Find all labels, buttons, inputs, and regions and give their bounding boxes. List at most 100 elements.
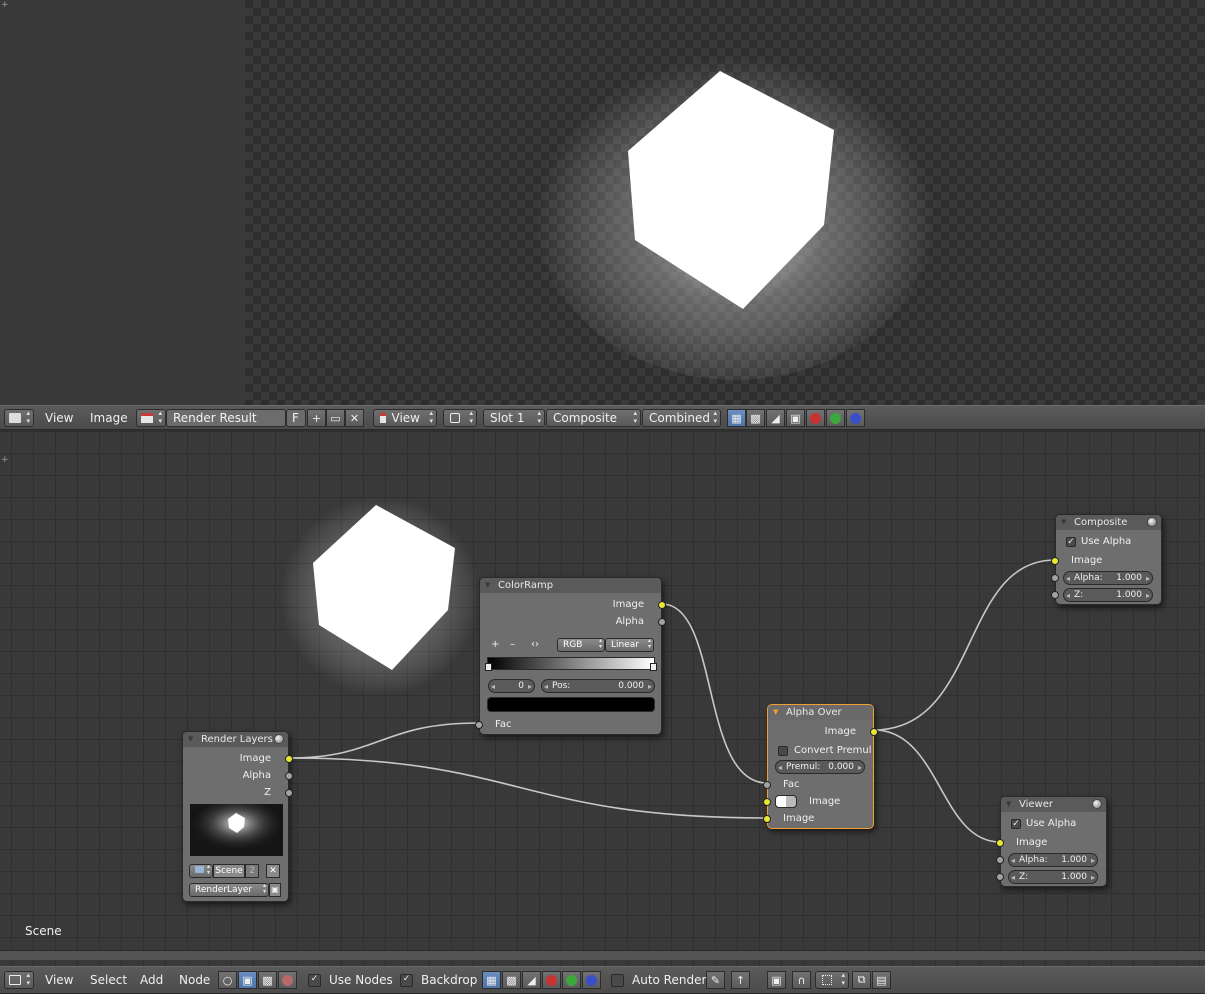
menu-node[interactable]: Node (179, 973, 210, 987)
input-socket-image-1[interactable] (763, 798, 771, 806)
output-socket-image[interactable] (285, 755, 293, 763)
scene-users-count[interactable]: 2 (245, 864, 259, 878)
output-socket-alpha[interactable] (658, 618, 666, 626)
editor-type-selector[interactable] (4, 409, 34, 427)
node-editor[interactable]: + Render Layers Image Alpha Z (0, 431, 1205, 966)
ramp-stop-right-handle[interactable] (650, 663, 657, 671)
alpha-over-node[interactable]: Alpha Over Image Convert Premul Premul: … (763, 704, 878, 829)
render-icon[interactable]: ▣ (269, 883, 281, 897)
add-stop-button[interactable]: + (491, 639, 499, 650)
z-field[interactable]: Z: 1.000 (1008, 870, 1098, 884)
image-browse-button[interactable] (136, 409, 166, 427)
scene-name-field[interactable]: Scene (213, 864, 245, 878)
close-icon[interactable]: ✕ (266, 864, 280, 878)
folder-icon[interactable]: ▭ (326, 409, 345, 427)
convert-premul-checkbox[interactable] (778, 746, 788, 756)
composite-node[interactable]: Composite ✓ Use Alpha Image Alpha: 1.000… (1051, 514, 1162, 605)
color-alpha-icon[interactable]: ▦ (727, 409, 746, 427)
input-socket-z[interactable] (996, 873, 1004, 881)
render-layers-title[interactable]: Render Layers (183, 732, 288, 747)
red-channel-icon[interactable] (806, 409, 825, 427)
area-corner-plus-icon[interactable]: + (1, 1, 9, 10)
input-socket-alpha[interactable] (1051, 574, 1059, 582)
premul-field[interactable]: Premul: 0.000 (775, 760, 865, 774)
red-channel-icon[interactable] (542, 971, 561, 989)
alpha-field[interactable]: Alpha: 1.000 (1063, 571, 1153, 585)
alpha-field[interactable]: Alpha: 1.000 (1008, 853, 1098, 867)
material-icon[interactable] (278, 971, 297, 989)
texture-nodes-icon[interactable]: ▩ (258, 971, 277, 989)
image-color-swatch[interactable] (775, 795, 797, 808)
green-channel-icon[interactable] (562, 971, 581, 989)
blue-channel-icon[interactable] (846, 409, 865, 427)
interpolation-selector[interactable]: Linear (605, 638, 654, 652)
input-socket-fac[interactable] (763, 781, 771, 789)
input-socket-alpha[interactable] (996, 856, 1004, 864)
snap-element-selector[interactable] (815, 971, 849, 989)
globe-icon[interactable] (1092, 799, 1102, 809)
menu-image[interactable]: Image (90, 411, 128, 425)
plus-icon[interactable]: + (307, 409, 326, 427)
ramp-stop-left-handle[interactable] (485, 663, 492, 671)
auto-render-checkbox[interactable] (611, 974, 624, 987)
image-name-field[interactable]: Render Result (166, 409, 286, 427)
input-socket-image-2[interactable] (763, 815, 771, 823)
color-mode-selector[interactable]: RGB (557, 638, 605, 652)
viewer-title[interactable]: Viewer (1001, 797, 1106, 812)
z-buffer-icon[interactable]: ◢ (522, 971, 541, 989)
output-socket-z[interactable] (285, 789, 293, 797)
flip-ramp-button[interactable]: ‹› (531, 639, 539, 650)
compositing-nodes-icon[interactable]: ▣ (238, 971, 257, 989)
render-result-canvas[interactable] (245, 0, 1205, 405)
pivot-selector[interactable] (443, 409, 477, 427)
output-socket-image[interactable] (870, 728, 878, 736)
color-ramp-gradient[interactable] (487, 657, 655, 670)
use-alpha-checkbox[interactable]: ✓ (1011, 819, 1021, 829)
output-socket-image[interactable] (658, 601, 666, 609)
color-ramp-title[interactable]: ColorRamp (480, 578, 661, 593)
slot-selector[interactable]: Slot 1 (483, 409, 545, 427)
horizontal-scrollbar[interactable] (0, 950, 1205, 960)
menu-add[interactable]: Add (140, 973, 163, 987)
alpha-over-title[interactable]: Alpha Over (768, 705, 873, 720)
globe-icon[interactable] (274, 734, 284, 744)
input-socket-z[interactable] (1051, 591, 1059, 599)
input-socket-image[interactable] (1051, 557, 1059, 565)
globe-icon[interactable] (1147, 517, 1157, 527)
stop-color-swatch[interactable] (487, 697, 655, 712)
pass-selector[interactable]: Combined (642, 409, 721, 427)
shader-nodes-icon[interactable]: ○ (218, 971, 237, 989)
pin-icon[interactable]: ✎ (706, 971, 725, 989)
render-layers-node[interactable]: Render Layers Image Alpha Z Scene 2 ✕ R (182, 731, 293, 902)
copy-nodes-icon[interactable]: ⧉ (852, 971, 871, 989)
scene-browse-button[interactable] (189, 864, 213, 878)
input-socket-fac[interactable] (475, 721, 483, 729)
stop-position-field[interactable]: Pos: 0.000 (541, 679, 655, 693)
alpha-icon[interactable]: ▩ (502, 971, 521, 989)
parent-node-tree-icon[interactable]: ↑ (731, 971, 750, 989)
use-nodes-checkbox[interactable]: ✓ (308, 974, 321, 987)
menu-view[interactable]: View (45, 973, 73, 987)
editor-type-selector[interactable] (4, 971, 34, 989)
color-alpha-icon[interactable]: ▦ (482, 971, 501, 989)
viewer-node[interactable]: Viewer ✓ Use Alpha Image Alpha: 1.000 Z:… (996, 796, 1107, 887)
paste-nodes-icon[interactable]: ▤ (872, 971, 891, 989)
output-socket-alpha[interactable] (285, 772, 293, 780)
composite-title[interactable]: Composite (1056, 515, 1161, 530)
layer-selector[interactable]: Composite (546, 409, 641, 427)
alpha-icon[interactable]: ▩ (746, 409, 765, 427)
close-icon[interactable]: ✕ (345, 409, 364, 427)
menu-select[interactable]: Select (90, 973, 127, 987)
channel-icon[interactable]: ▣ (786, 409, 805, 427)
fake-user-toggle[interactable]: F (286, 409, 306, 427)
input-socket-image[interactable] (996, 839, 1004, 847)
magnet-icon[interactable]: ∩ (792, 971, 811, 989)
use-alpha-checkbox[interactable]: ✓ (1066, 537, 1076, 547)
z-field[interactable]: Z: 1.000 (1063, 588, 1153, 602)
z-buffer-icon[interactable]: ◢ (766, 409, 785, 427)
menu-view[interactable]: View (45, 411, 73, 425)
active-stop-index[interactable]: 0 (488, 679, 535, 693)
backdrop-checkbox[interactable]: ✓ (400, 974, 413, 987)
remove-stop-button[interactable]: – (510, 639, 515, 650)
blue-channel-icon[interactable] (582, 971, 601, 989)
